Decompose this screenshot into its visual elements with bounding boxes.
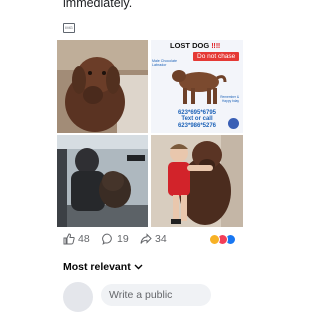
dog-photo-icon [57,40,148,133]
flyer-seal-icon [228,118,239,129]
comment-input[interactable]: Write a public [101,284,211,306]
share-count-label: 34 [155,233,167,245]
broken-image-icon: IMG [63,23,75,33]
chevron-down-icon [134,264,143,270]
photo-man-with-dog-in-car[interactable] [57,135,148,227]
comment-sort-label: Most relevant [63,261,131,273]
reaction-icons[interactable] [209,234,239,246]
share-arrow-icon [140,233,152,244]
photo-lost-dog-flyer[interactable]: LOST DOG ‼‼ Do not chase Male Chocolate … [151,40,243,133]
comment-composer: Write a public [63,282,263,312]
flyer-note-text: Remember & Happy bday [220,95,239,103]
avatar [63,282,93,312]
comment-count-label: 19 [117,233,129,245]
haha-reaction-icon [209,234,220,245]
flyer-do-not-chase-badge: Do not chase [193,52,240,61]
comment-count[interactable]: 19 [102,233,129,245]
like-count-label: 48 [78,233,90,245]
comment-bubble-icon [102,233,112,245]
photo-child-hugging-dog[interactable] [151,135,243,227]
like-count[interactable]: 48 [63,233,90,245]
post-text: immediately. [63,0,133,10]
dog-photo-icon [57,135,148,227]
share-count[interactable]: 34 [140,233,167,245]
flyer-title: LOST DOG ‼‼ [170,41,221,50]
comment-sort-dropdown[interactable]: Most relevant [63,261,143,273]
dog-photo-icon [151,135,243,227]
photo-dog-closeup[interactable] [57,40,148,133]
thumbs-up-icon [63,233,75,245]
